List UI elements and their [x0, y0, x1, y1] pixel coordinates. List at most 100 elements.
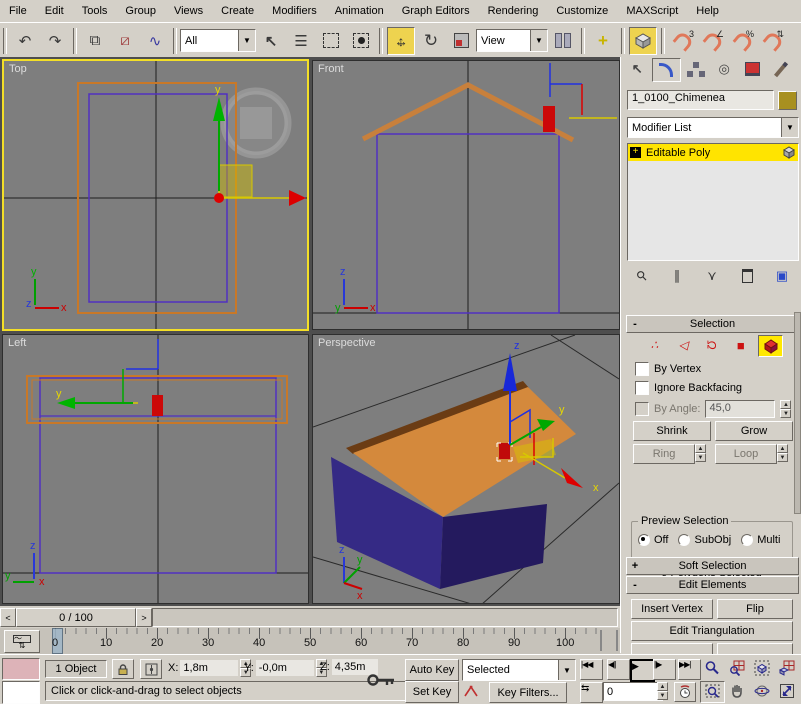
set-key-button[interactable]: Set Key — [405, 681, 459, 703]
preview-off-option[interactable]: Off — [638, 534, 668, 546]
by-vertex-checkbox[interactable] — [635, 362, 649, 376]
rollout-edit-elements-header[interactable]: - Edit Elements — [626, 576, 799, 594]
remove-modifier-button[interactable] — [736, 266, 758, 286]
viewport-left[interactable]: Left y — [2, 334, 309, 604]
zoom-button[interactable] — [700, 658, 723, 678]
key-mode-toggle[interactable]: ⇆ — [580, 682, 603, 703]
menu-maxscript[interactable]: MAXScript — [617, 2, 687, 20]
bind-to-spacewarp-button[interactable]: ∿ — [141, 27, 169, 55]
selection-lock-toggle[interactable] — [112, 659, 134, 679]
go-to-end-button[interactable]: ▶▶| — [678, 659, 701, 680]
rollout-selection-header[interactable]: - Selection — [626, 315, 799, 333]
maxscript-listener-macro-pane[interactable] — [2, 658, 40, 680]
use-pivot-point-center-button[interactable] — [549, 27, 577, 55]
edit-triangulation-button[interactable]: Edit Triangulation — [631, 621, 793, 641]
move-gizmo[interactable] — [550, 63, 617, 118]
object-name-field[interactable]: 1_0100_Chimenea — [627, 90, 774, 110]
ring-spinner[interactable]: ▲▼ — [695, 444, 706, 462]
time-slider-prev-button[interactable]: < — [0, 608, 16, 627]
viewcube-ghost[interactable] — [224, 91, 288, 155]
modifier-list-dropdown[interactable]: Modifier List ▼ — [627, 117, 799, 138]
by-angle-field[interactable]: 45,0 — [705, 400, 775, 418]
tab-hierarchy[interactable] — [683, 58, 709, 80]
menu-animation[interactable]: Animation — [326, 2, 393, 20]
select-and-manipulate-button[interactable]: + — [589, 27, 617, 55]
tab-display[interactable] — [739, 58, 765, 80]
menu-tools[interactable]: Tools — [73, 2, 117, 20]
menu-file[interactable]: File — [0, 2, 36, 20]
select-by-name-button[interactable]: ☰ — [287, 27, 315, 55]
vertex-mode-button[interactable]: ∴ — [643, 335, 666, 355]
element-mode-button[interactable] — [758, 335, 783, 357]
menu-views[interactable]: Views — [165, 2, 212, 20]
undo-button[interactable]: ↶ — [11, 27, 39, 55]
preview-subobj-option[interactable]: SubObj — [678, 534, 731, 546]
frame-spinner[interactable]: ▲▼ — [657, 682, 668, 700]
tab-create[interactable]: ↖ — [624, 58, 650, 80]
pin-stack-button[interactable]: ⚲ — [627, 261, 657, 291]
viewport-left-canvas[interactable]: y z y x — [3, 335, 308, 603]
insert-vertex-button[interactable]: Insert Vertex — [631, 599, 713, 619]
next-frame-button[interactable]: ||▶ — [653, 659, 676, 680]
chimney[interactable] — [543, 106, 555, 132]
move-gizmo[interactable]: y — [56, 339, 158, 409]
viewport-perspective-canvas[interactable]: z y x z y x — [313, 335, 619, 603]
track-bar-ruler[interactable]: 0 10 20 30 40 50 60 70 80 90 100 — [44, 628, 600, 654]
absolute-offset-mode-toggle[interactable] — [140, 659, 162, 679]
viewport-top[interactable]: Top y — [2, 59, 309, 331]
make-unique-button[interactable]: ⋎ — [701, 266, 723, 286]
time-configuration-button[interactable] — [674, 682, 696, 702]
radio-multi[interactable] — [741, 534, 753, 546]
time-slider-track[interactable] — [152, 608, 618, 627]
rollout-soft-selection-header[interactable]: + Soft Selection — [626, 557, 799, 575]
viewport-front[interactable]: Front z y x — [312, 60, 620, 330]
y-coordinate-input[interactable] — [256, 660, 314, 676]
menu-create[interactable]: Create — [212, 2, 263, 20]
object-color-swatch[interactable] — [778, 91, 797, 110]
tab-modify[interactable] — [652, 58, 680, 82]
border-mode-button[interactable]: Ω — [701, 335, 724, 355]
time-slider-next-button[interactable]: > — [136, 608, 152, 627]
flip-button[interactable]: Flip — [717, 599, 793, 619]
tab-utilities[interactable] — [768, 58, 794, 80]
tab-motion[interactable]: ◎ — [711, 58, 737, 80]
percent-snap-toggle-button[interactable]: % — [729, 27, 757, 55]
chimney[interactable] — [152, 395, 163, 416]
angle-snap-toggle-button[interactable]: ∠ — [699, 27, 727, 55]
viewport-top-canvas[interactable]: y y z x — [4, 61, 307, 329]
grow-button[interactable]: Grow — [715, 421, 793, 441]
pan-button[interactable] — [725, 681, 748, 701]
track-bar-end-grip[interactable] — [600, 630, 618, 651]
edge-mode-button[interactable]: ◁ — [672, 335, 695, 355]
zoom-extents-button[interactable] — [750, 658, 773, 678]
key-filters-button[interactable]: Key Filters... — [489, 682, 567, 703]
select-and-move-button[interactable]: ↔ ↕ — [387, 27, 415, 55]
previous-frame-button[interactable]: ◀|| — [607, 659, 630, 680]
radio-off[interactable] — [638, 534, 650, 546]
viewport-front-canvas[interactable]: z y x — [313, 61, 619, 329]
reference-coordinate-system-dropdown[interactable]: View ▼ — [476, 29, 548, 52]
chimney[interactable] — [499, 443, 510, 459]
select-object-button[interactable]: ↖ — [257, 27, 285, 55]
house-model[interactable] — [331, 381, 576, 589]
current-frame-field[interactable] — [603, 682, 663, 701]
maxscript-listener-pane[interactable] — [2, 681, 40, 704]
modifier-stack[interactable]: + Editable Poly — [627, 143, 799, 261]
play-button[interactable]: ▶ — [630, 659, 655, 682]
open-mini-curve-editor-button[interactable]: 〜 ⇅ — [4, 630, 40, 653]
auto-key-button[interactable]: Auto Key — [405, 659, 459, 681]
redo-button[interactable]: ↷ — [41, 27, 69, 55]
select-and-rotate-button[interactable]: ↻ — [417, 27, 445, 55]
expand-icon[interactable]: + — [630, 147, 641, 158]
dropdown-arrow-icon[interactable]: ▼ — [238, 30, 255, 51]
track-bar[interactable]: 〜 ⇅ 0 10 20 30 40 50 60 70 80 90 100 — [0, 628, 620, 654]
stack-item-editable-poly[interactable]: + Editable Poly — [628, 144, 798, 161]
time-slider-handle[interactable]: 0 / 100 — [16, 608, 136, 627]
maximize-viewport-toggle[interactable] — [775, 681, 798, 701]
keyboard-shortcut-override-toggle[interactable] — [629, 27, 657, 55]
default-in-out-tangents-button[interactable] — [462, 682, 482, 700]
selection-set-animation-dropdown[interactable]: Selected ▼ — [462, 659, 576, 681]
window-crossing-toggle-button[interactable] — [347, 27, 375, 55]
shrink-button[interactable]: Shrink — [633, 421, 711, 441]
named-selection-set-dropdown[interactable]: All ▼ — [180, 29, 256, 52]
